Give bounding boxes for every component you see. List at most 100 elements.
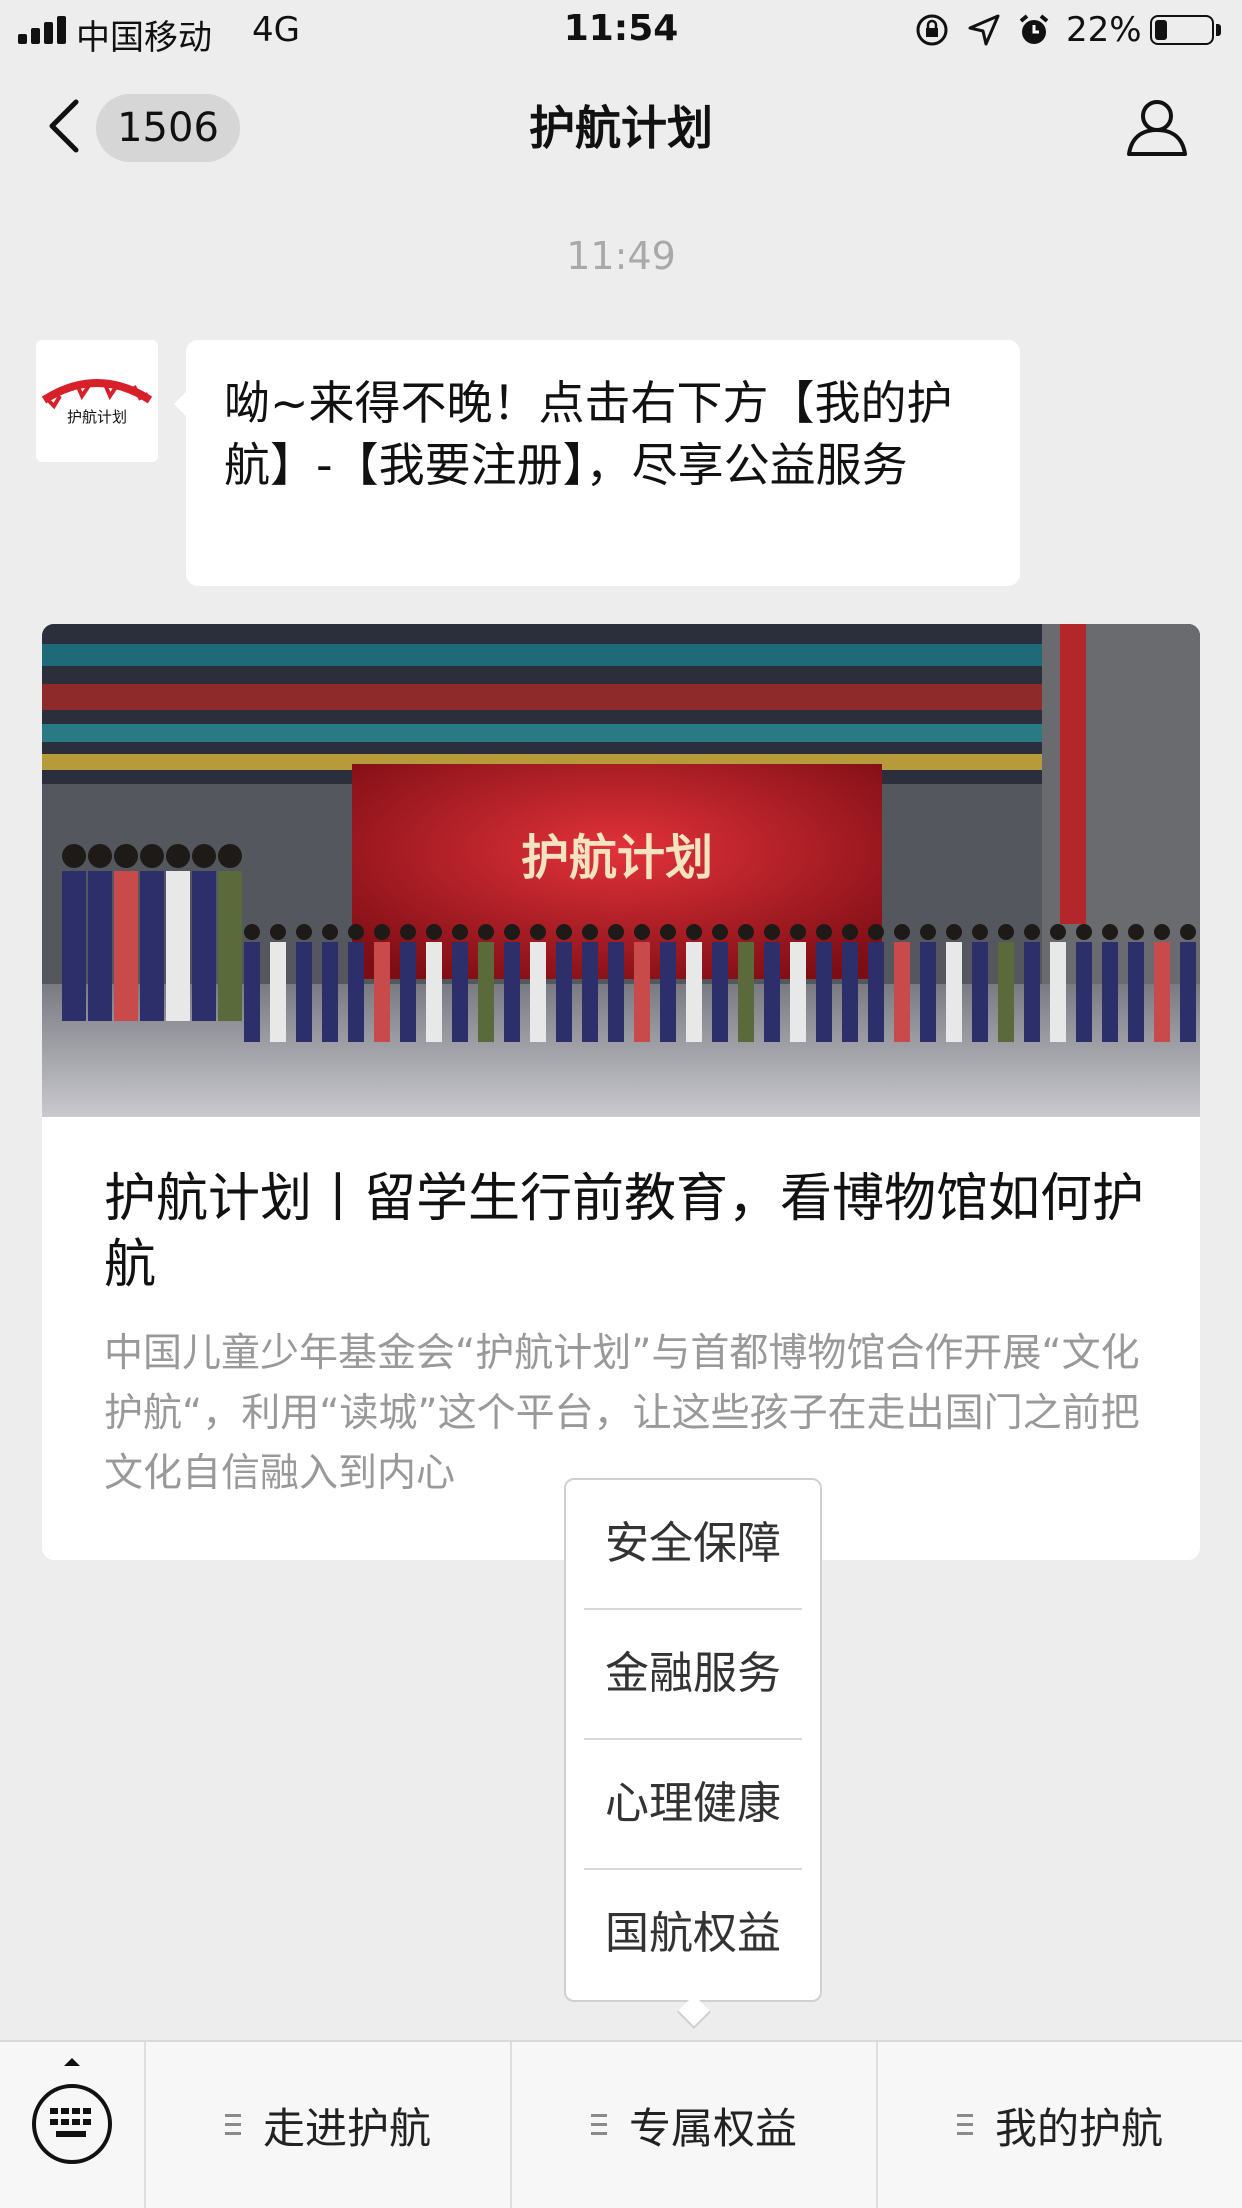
performer-figure [946, 942, 962, 1042]
keyboard-icon[interactable] [0, 2042, 144, 2208]
performer-head [426, 924, 442, 940]
performer-figure [686, 942, 702, 1042]
article-card[interactable]: 护航计划 护航计划丨留学生行前教育，看博物馆如何护航 中国儿童少年基金会“护航计… [42, 624, 1200, 1560]
performer-head [114, 844, 138, 868]
performer-figure [88, 871, 112, 1021]
menu-label: 走进护航 [262, 2103, 431, 2153]
performer-head [738, 924, 754, 940]
article-title[interactable]: 护航计划丨留学生行前教育，看博物馆如何护航 [104, 1166, 1144, 1298]
menu-label: 我的护航 [994, 2103, 1163, 2153]
performer-head [88, 844, 112, 868]
article-description: 中国儿童少年基金会“护航计划”与首都博物馆合作开展“文化护航“，利用“读城”这个… [104, 1331, 1140, 1496]
performer-figure [608, 942, 624, 1042]
performer-head [608, 924, 624, 940]
performer-figure [1076, 942, 1092, 1042]
performer-head [1050, 924, 1066, 940]
performer-figure [114, 871, 138, 1021]
message-bubble[interactable]: 呦~来得不晚！点击右下方【我的护航】-【我要注册】，尽享公益服务 [186, 340, 1020, 586]
performer-figure [712, 942, 728, 1042]
performer-figure [634, 942, 650, 1042]
chat-timestamp: 11:49 [566, 234, 676, 278]
huhang-logo-icon: 护航计划 [41, 379, 153, 426]
performer-head [816, 924, 832, 940]
performer-head [842, 924, 858, 940]
performer-head [634, 924, 650, 940]
alarm-icon [1019, 14, 1049, 44]
performer-head [1128, 924, 1144, 940]
performer-figure [660, 942, 676, 1042]
performer-head [62, 844, 86, 868]
menu-item-my-huhang[interactable]: 我的护航 [878, 2042, 1242, 2208]
performer-figure [504, 942, 520, 1042]
performer-figure [582, 942, 598, 1042]
menu-lines-icon [590, 2114, 607, 2136]
performer-head [946, 924, 962, 940]
performer-figure [998, 942, 1014, 1042]
person-icon[interactable] [1124, 96, 1190, 158]
performer-figure [1128, 942, 1144, 1042]
performer-head [140, 844, 164, 868]
performer-head [998, 924, 1014, 940]
performer-head [400, 924, 416, 940]
performer-head [790, 924, 806, 940]
performer-head [868, 924, 884, 940]
performer-head [270, 924, 286, 940]
performer-head [1076, 924, 1092, 940]
performer-figure [790, 942, 806, 1042]
performer-head [504, 924, 520, 940]
submenu-item-safety[interactable]: 安全保障 [584, 1480, 802, 1608]
performer-figure [764, 942, 780, 1042]
battery-cap [1216, 24, 1221, 36]
performer-head [712, 924, 728, 940]
menu-item-about[interactable]: 走进护航 [146, 2042, 510, 2208]
performer-head [660, 924, 676, 940]
performer-figure [400, 942, 416, 1042]
performer-figure [530, 942, 546, 1042]
performer-figure [478, 942, 494, 1042]
performer-figure [140, 871, 164, 1021]
performer-head [582, 924, 598, 940]
performer-figure [270, 942, 286, 1042]
performer-figure [1154, 942, 1170, 1042]
menu-lines-icon [956, 2114, 973, 2136]
status-time: 11:54 [563, 8, 679, 49]
performer-head [192, 844, 216, 868]
performer-head [452, 924, 468, 940]
performer-figure [1102, 942, 1118, 1042]
avatar[interactable]: 护航计划 [36, 340, 158, 462]
performer-figure [426, 942, 442, 1042]
performer-figure [556, 942, 572, 1042]
performer-head [1154, 924, 1170, 940]
performer-head [920, 924, 936, 940]
performer-figure [1180, 942, 1196, 1042]
menu-item-exclusive-benefits[interactable]: 专属权益 [512, 2042, 876, 2208]
article-cover-image: 护航计划 [42, 624, 1200, 1117]
performer-head [530, 924, 546, 940]
status-bar: 中国移动 4G 11:54 22% [0, 0, 1242, 62]
performer-head [556, 924, 572, 940]
menu-label: 专属权益 [628, 2103, 797, 2153]
location-icon [968, 14, 1000, 46]
performer-figure [322, 942, 338, 1042]
page-title: 护航计划 [529, 101, 713, 155]
performer-figure [166, 871, 190, 1021]
performer-head [296, 924, 312, 940]
performer-head [894, 924, 910, 940]
performer-figure [452, 942, 468, 1042]
battery-icon [1150, 15, 1214, 45]
performer-head [1180, 924, 1196, 940]
submenu-item-airline-benefits[interactable]: 国航权益 [584, 1870, 802, 1998]
performer-head [218, 844, 242, 868]
rotation-lock-icon [916, 14, 948, 46]
submenu-item-mental-health[interactable]: 心理健康 [584, 1740, 802, 1868]
performer-figure [244, 942, 260, 1042]
submenu-item-finance[interactable]: 金融服务 [584, 1610, 802, 1738]
performer-head [686, 924, 702, 940]
performer-head [374, 924, 390, 940]
performer-figure [816, 942, 832, 1042]
performer-head [478, 924, 494, 940]
performer-figure [842, 942, 858, 1042]
performer-figure [348, 942, 364, 1042]
performer-head [348, 924, 364, 940]
bottom-menu-bar: 走进护航 专属权益 我的护航 [0, 2040, 1242, 2208]
